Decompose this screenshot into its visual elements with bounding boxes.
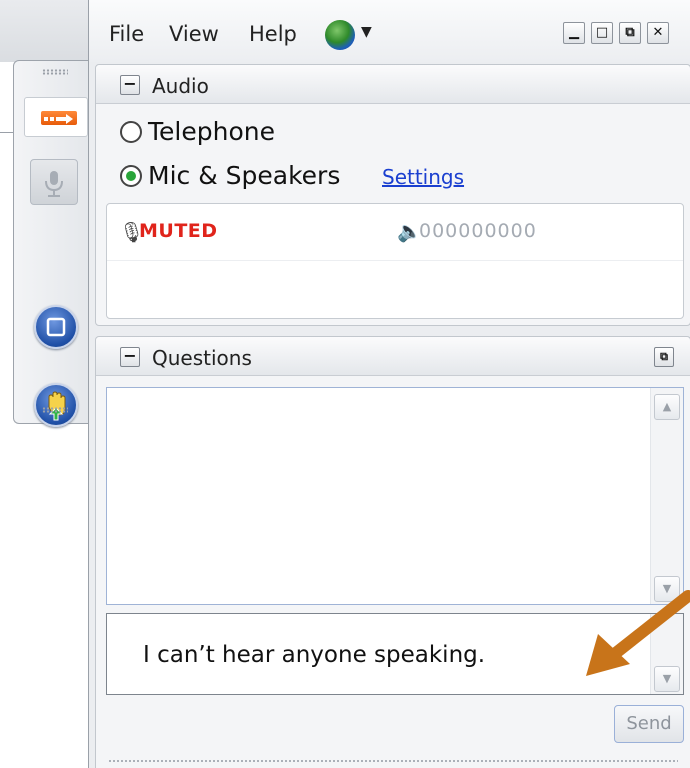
status-divider — [107, 260, 683, 261]
radio-telephone[interactable]: Telephone — [120, 117, 275, 146]
maximize-button[interactable]: □ — [591, 22, 613, 44]
audio-panel: − Audio Telephone Mic & Speakers Setting… — [95, 64, 690, 326]
background-app-bar — [0, 0, 95, 62]
microphone-button[interactable] — [30, 159, 78, 205]
questions-log-scrollbar[interactable]: ▲ ▼ — [650, 388, 683, 604]
questions-panel-header: − Questions ⧉ — [96, 337, 690, 376]
audio-status-box: 🎙 MUTED 🔈 000000000 — [106, 203, 684, 319]
radio-telephone-label: Telephone — [148, 117, 275, 146]
raise-hand-icon — [48, 391, 66, 421]
radio-telephone-indicator[interactable] — [120, 121, 142, 143]
arrow-icon-shape — [44, 114, 73, 124]
globe-icon[interactable] — [325, 20, 355, 50]
background-divider — [0, 132, 14, 133]
toolbar-grip-bottom[interactable] — [42, 407, 68, 413]
audio-panel-title: Audio — [152, 74, 209, 98]
scroll-up-icon[interactable]: ▲ — [654, 394, 680, 420]
restore-button[interactable]: ⧉ — [619, 22, 641, 44]
microphone-icon — [45, 171, 63, 197]
caret-down-icon[interactable]: ▼ — [361, 24, 372, 40]
radio-mic-speakers-label: Mic & Speakers — [148, 161, 341, 190]
questions-log[interactable]: ▲ ▼ — [106, 387, 684, 605]
question-input-text: I can’t hear anyone speaking. — [143, 642, 486, 668]
stop-icon — [46, 317, 66, 337]
annotation-arrow-icon — [586, 590, 690, 676]
mic-muted-status: MUTED — [139, 220, 218, 242]
raise-hand-button[interactable] — [34, 383, 78, 427]
stop-button[interactable] — [34, 305, 78, 349]
control-toolbar — [13, 60, 97, 427]
questions-panel: − Questions ⧉ ▲ ▼ I can’t hear anyone sp… — [95, 336, 690, 768]
menu-file[interactable]: File — [109, 22, 144, 46]
audio-collapse-button[interactable]: − — [120, 75, 140, 95]
radio-mic-speakers[interactable]: Mic & Speakers — [120, 161, 340, 190]
menu-help[interactable]: Help — [249, 22, 297, 46]
audio-settings-link[interactable]: Settings — [382, 165, 464, 189]
minimize-button[interactable]: ▁ — [563, 22, 585, 44]
questions-panel-title: Questions — [152, 346, 252, 370]
close-button[interactable]: ✕ — [647, 22, 669, 44]
popout-icon[interactable]: ⧉ — [654, 347, 674, 367]
questions-collapse-button[interactable]: − — [120, 347, 140, 367]
toolbar-grip-top[interactable] — [42, 69, 68, 75]
audio-panel-header: − Audio — [96, 65, 690, 104]
radio-mic-speakers-indicator[interactable] — [120, 165, 142, 187]
speaker-level-meter: 000000000 — [419, 220, 537, 242]
panel-resize-grip[interactable] — [108, 759, 678, 763]
send-button[interactable]: Send — [614, 705, 684, 743]
menu-view[interactable]: View — [169, 22, 219, 46]
menu-bar: File View Help ▼ ▁ □ ⧉ ✕ — [89, 0, 690, 62]
arrow-icon — [41, 111, 77, 125]
show-hide-panel-button[interactable] — [24, 97, 88, 137]
